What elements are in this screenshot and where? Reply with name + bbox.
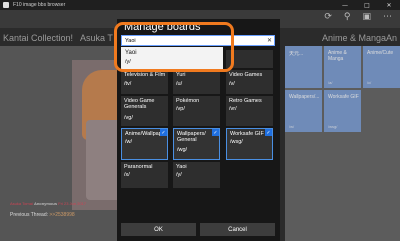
tab-asuka[interactable]: Asuka T: [80, 33, 113, 43]
prev-thread-label: Previous Thread:: [10, 212, 48, 218]
tabs-icon[interactable]: ▣: [362, 12, 371, 22]
board-cell-worksafe-gif[interactable]: Worksafe GIF /wsg/ ✓: [226, 128, 273, 160]
post-user: Anonymous: [33, 201, 58, 206]
post-meta: Asuka Tomai Anonymous Fri 23 Jun 2017: [10, 201, 86, 206]
board-cell-vg[interactable]: Video Game Generals /vg/: [121, 96, 168, 126]
close-icon[interactable]: ✕: [378, 0, 400, 10]
window-title: F10 image bbs browser: [13, 2, 66, 8]
board-cell-tv[interactable]: Television & Film /tv/: [121, 70, 168, 94]
board-tile[interactable]: Worksafe GIF /wsg/: [324, 90, 361, 132]
previous-thread: Previous Thread: >>2538998: [10, 212, 75, 218]
post-date: Fri 23 Jun 2017: [58, 201, 86, 206]
minimize-icon[interactable]: —: [334, 0, 356, 10]
board-tile[interactable]: Anime & Manga /a/: [324, 46, 361, 88]
board-cell-retro-games[interactable]: Retro Games /vr/: [226, 96, 273, 126]
board-grid-background: 天元... Anime & Manga /a/ Anime/Cute /c/ W…: [285, 46, 400, 241]
post-author: Asuka Tomai: [10, 201, 33, 206]
board-cell-yuri[interactable]: Yuri /u/: [173, 70, 220, 94]
more-icon[interactable]: ⋯: [383, 12, 392, 22]
clear-icon[interactable]: ✕: [267, 37, 272, 44]
board-cell-anime-wallpapers[interactable]: Anime/Wallpapers /w/ ✓: [121, 128, 168, 160]
title-bar: F10 image bbs browser — □ ✕: [0, 0, 400, 10]
ok-button[interactable]: OK: [121, 223, 196, 236]
tab-anime-manga[interactable]: Anime & Manga: [322, 33, 386, 43]
tab-an[interactable]: An: [386, 33, 397, 43]
board-cell-yaoi[interactable]: Yaoi /y/: [173, 162, 220, 188]
search-icon[interactable]: ⚲: [344, 12, 351, 22]
board-cell-wallpapers-general[interactable]: Wallpapers/ General /wg/ ✓: [173, 128, 220, 160]
prev-thread-link[interactable]: >>2538998: [49, 212, 74, 218]
checkmark-icon: ✓: [212, 129, 219, 136]
highlight-outline: [114, 22, 234, 72]
board-cell-pokemon[interactable]: Pokémon /vp/: [173, 96, 220, 126]
cancel-button[interactable]: Cancel: [200, 223, 275, 236]
board-tile[interactable]: Wallpapers/... /w/: [285, 90, 322, 132]
checkmark-icon: ✓: [265, 129, 272, 136]
board-tile[interactable]: 天元...: [285, 46, 322, 88]
refresh-icon[interactable]: ⟳: [324, 12, 332, 22]
board-cell-paranormal[interactable]: Paranormal /x/: [121, 162, 168, 188]
app-icon: [3, 2, 9, 8]
tab-kantai[interactable]: Kantai Collection!: [3, 33, 73, 43]
board-tile[interactable]: Anime/Cute /c/: [363, 46, 400, 88]
checkmark-icon: ✓: [160, 129, 167, 136]
maximize-icon[interactable]: □: [356, 0, 378, 10]
board-cell-video-games[interactable]: Video Games /v/: [226, 70, 273, 94]
